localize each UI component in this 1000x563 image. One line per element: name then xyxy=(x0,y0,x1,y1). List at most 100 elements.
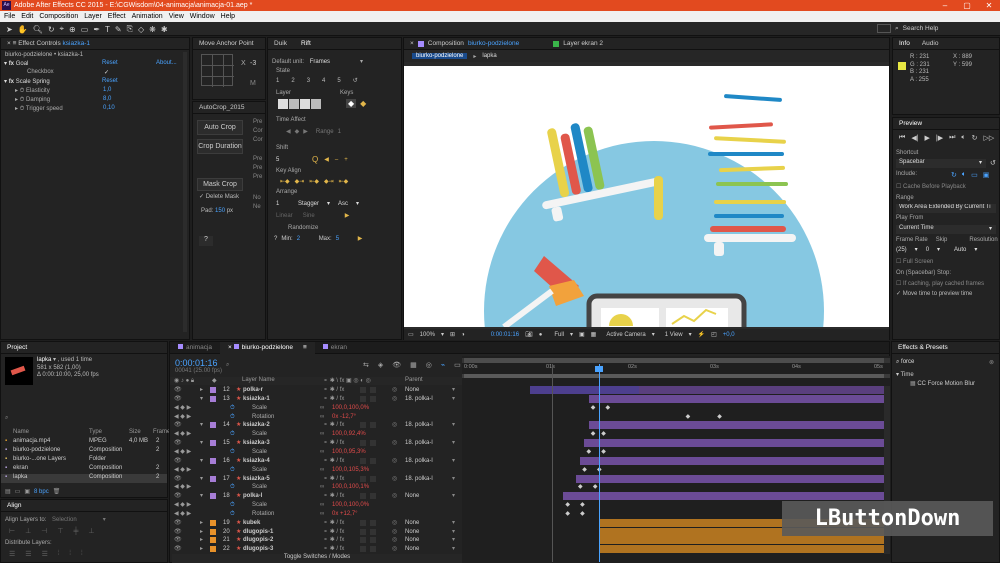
chevron-down-icon[interactable]: ▾ xyxy=(452,475,455,484)
scale-spring-row[interactable]: ▾ fx Scale Spring Reset xyxy=(1,78,189,87)
chevron-down-icon[interactable]: ▾ xyxy=(452,528,455,537)
effects-group-time[interactable]: ▾ Time xyxy=(896,371,914,378)
sub-tab-biurko[interactable]: biurko-podzielone xyxy=(412,53,468,59)
parent-select[interactable]: 18. polka-l xyxy=(405,395,433,404)
hand-tool-icon[interactable]: ✋ xyxy=(18,25,28,34)
selection-tool-icon[interactable]: ➤ xyxy=(6,25,13,34)
new-comp-icon[interactable]: ▣ xyxy=(24,488,30,495)
shy-icon[interactable]: 👁︎ xyxy=(392,361,401,369)
channel-icon[interactable]: ● xyxy=(539,332,543,338)
label-color-icon[interactable] xyxy=(210,537,216,544)
layer-name[interactable]: ksiazka-4 xyxy=(243,457,270,466)
keyframe-marker[interactable]: ◆ xyxy=(717,413,722,422)
arrange-value[interactable]: 1 xyxy=(276,201,290,207)
parent-pickwhip-icon[interactable]: ◎ xyxy=(392,439,397,448)
zoom-tool-icon[interactable]: 🔍︎ xyxy=(33,25,43,34)
layer-switches-icon[interactable]: ⚬ ✱ / fx xyxy=(323,519,344,528)
parent-select[interactable]: None xyxy=(405,519,419,528)
move-time-checkbox[interactable]: ✓ Move time to preview time xyxy=(896,290,972,297)
visibility-icon[interactable]: 👁︎ xyxy=(174,421,182,430)
layer-name[interactable]: kubek xyxy=(243,519,260,528)
clone-tool-icon[interactable]: ⎘ xyxy=(127,24,133,34)
keyframe-marker[interactable]: ◆ xyxy=(582,466,587,475)
switch-box[interactable] xyxy=(360,493,366,500)
pad-value[interactable]: 150 xyxy=(215,208,225,214)
property-link-icon[interactable]: ∞ xyxy=(320,413,324,422)
about-link[interactable]: About... xyxy=(156,60,177,66)
snapshot-icon[interactable]: 📷︎ xyxy=(525,331,533,338)
align-top-icon[interactable]: ⊤ xyxy=(57,527,63,535)
puppet-tool-icon[interactable]: ✱ xyxy=(161,25,168,34)
stopwatch-icon[interactable]: ⏱ xyxy=(230,404,235,413)
property-link-icon[interactable]: ∞ xyxy=(320,430,324,439)
chevron-down-icon[interactable]: ▾ xyxy=(452,545,455,554)
anchor-point-tab[interactable]: Move Anchor Point xyxy=(193,38,265,50)
keyframe-nav-icon[interactable]: ◀ ◆ ▶ xyxy=(174,510,191,519)
col-layer-name[interactable]: Layer Name xyxy=(242,377,275,383)
switch-box[interactable] xyxy=(370,395,376,402)
keyframe-marker[interactable]: ◆ xyxy=(565,510,570,519)
type-tool-icon[interactable]: T xyxy=(105,25,110,34)
stopwatch-icon[interactable]: ⏱ xyxy=(230,448,235,457)
prev-frame-icon[interactable]: ◀| xyxy=(911,134,918,142)
switch-box[interactable] xyxy=(370,528,376,535)
parent-select[interactable]: None xyxy=(405,536,419,545)
state-2[interactable]: 2 xyxy=(291,78,294,84)
property-value[interactable]: 0x +12,7° xyxy=(332,510,358,519)
clear-search-icon[interactable]: ⊗ xyxy=(989,359,994,366)
label-color-icon[interactable] xyxy=(210,457,216,464)
menu-edit[interactable]: Edit xyxy=(21,11,33,22)
visibility-icon[interactable]: 👁︎ xyxy=(174,545,182,554)
toggle-label[interactable]: Toggle Switches / Modes xyxy=(284,554,350,560)
keyframe-marker[interactable]: ◆ xyxy=(593,483,598,492)
align-tab[interactable]: Align xyxy=(1,500,167,512)
minimize-icon[interactable]: – xyxy=(934,0,956,11)
switch-box[interactable] xyxy=(370,457,376,464)
switch-box[interactable] xyxy=(370,440,376,447)
roi-icon[interactable]: ▣ xyxy=(579,331,585,338)
keyframe-marker[interactable]: ◆ xyxy=(586,448,591,457)
expand-icon[interactable]: ▸ xyxy=(200,545,203,554)
if-caching-checkbox[interactable]: ☐ If caching, play cached frames xyxy=(896,280,984,287)
expand-icon[interactable]: ▾ xyxy=(200,492,203,501)
keyframe-marker[interactable]: ◆ xyxy=(580,501,585,510)
col-size[interactable]: Size xyxy=(129,429,141,435)
next-frame-icon[interactable]: |▶ xyxy=(936,134,943,142)
bpc-button[interactable]: 8 bpc xyxy=(34,489,49,495)
layer-duration-bar[interactable] xyxy=(588,394,884,403)
layer-switches-icon[interactable]: ⚬ ✱ / fx xyxy=(323,536,344,545)
interpret-footage-icon[interactable]: ▤ xyxy=(5,488,11,495)
switch-box[interactable] xyxy=(370,519,376,526)
parent-pickwhip-icon[interactable]: ◎ xyxy=(392,421,397,430)
frame-rate-select[interactable]: (25) xyxy=(896,247,907,253)
parent-pickwhip-icon[interactable]: ◎ xyxy=(392,395,397,404)
switch-box[interactable] xyxy=(360,528,366,535)
range-select[interactable]: Work Area Extended By Current Ti xyxy=(896,204,996,213)
keyframe-nav-icon[interactable]: ◀ ◆ ▶ xyxy=(174,466,191,475)
layer-name[interactable]: ksiazka-1 xyxy=(243,395,270,404)
label-color-icon[interactable] xyxy=(210,475,216,482)
scrollbar[interactable] xyxy=(183,52,187,332)
dist-hcenter-icon[interactable]: ⦙ xyxy=(69,550,71,558)
time-ruler[interactable]: 0:00s 01s 02s 03s 04s 05s xyxy=(462,364,890,374)
align-vcenter-icon[interactable]: ╪ xyxy=(73,528,78,535)
fast-preview-icon[interactable]: ⚡ xyxy=(698,331,705,338)
layer-switches-icon[interactable]: ⚬ ✱ / fx xyxy=(323,545,344,554)
reset-icon[interactable]: ↺ xyxy=(353,77,358,84)
parent-select[interactable]: None xyxy=(405,492,419,501)
last-frame-icon[interactable]: ⏭ xyxy=(949,134,955,142)
align-right-icon[interactable]: ⊣ xyxy=(41,527,47,535)
effect-item[interactable]: ▦ CC Force Motion Blur xyxy=(910,380,975,387)
visibility-icon[interactable]: 👁︎ xyxy=(174,528,182,537)
keyframe-marker[interactable]: ◆ xyxy=(605,404,610,413)
eraser-tool-icon[interactable]: ◇ xyxy=(138,25,144,34)
project-row[interactable]: ▪ biurko-...one Layers Folder xyxy=(1,456,167,465)
effects-search[interactable]: ⌕ force ⊗ xyxy=(896,359,996,368)
property-link-icon[interactable]: ∞ xyxy=(320,483,324,492)
chevron-down-icon[interactable]: ▾ xyxy=(452,519,455,528)
range-value[interactable]: 1 xyxy=(338,129,341,135)
rectangle-tool-icon[interactable]: ▭ xyxy=(81,25,89,34)
timeline-tab-animacja[interactable]: animacja xyxy=(170,342,220,354)
comp-timecode[interactable]: 0:00:01:16 xyxy=(491,332,519,338)
cache-before-checkbox[interactable]: ☐ Cache Before Playback xyxy=(896,183,966,190)
